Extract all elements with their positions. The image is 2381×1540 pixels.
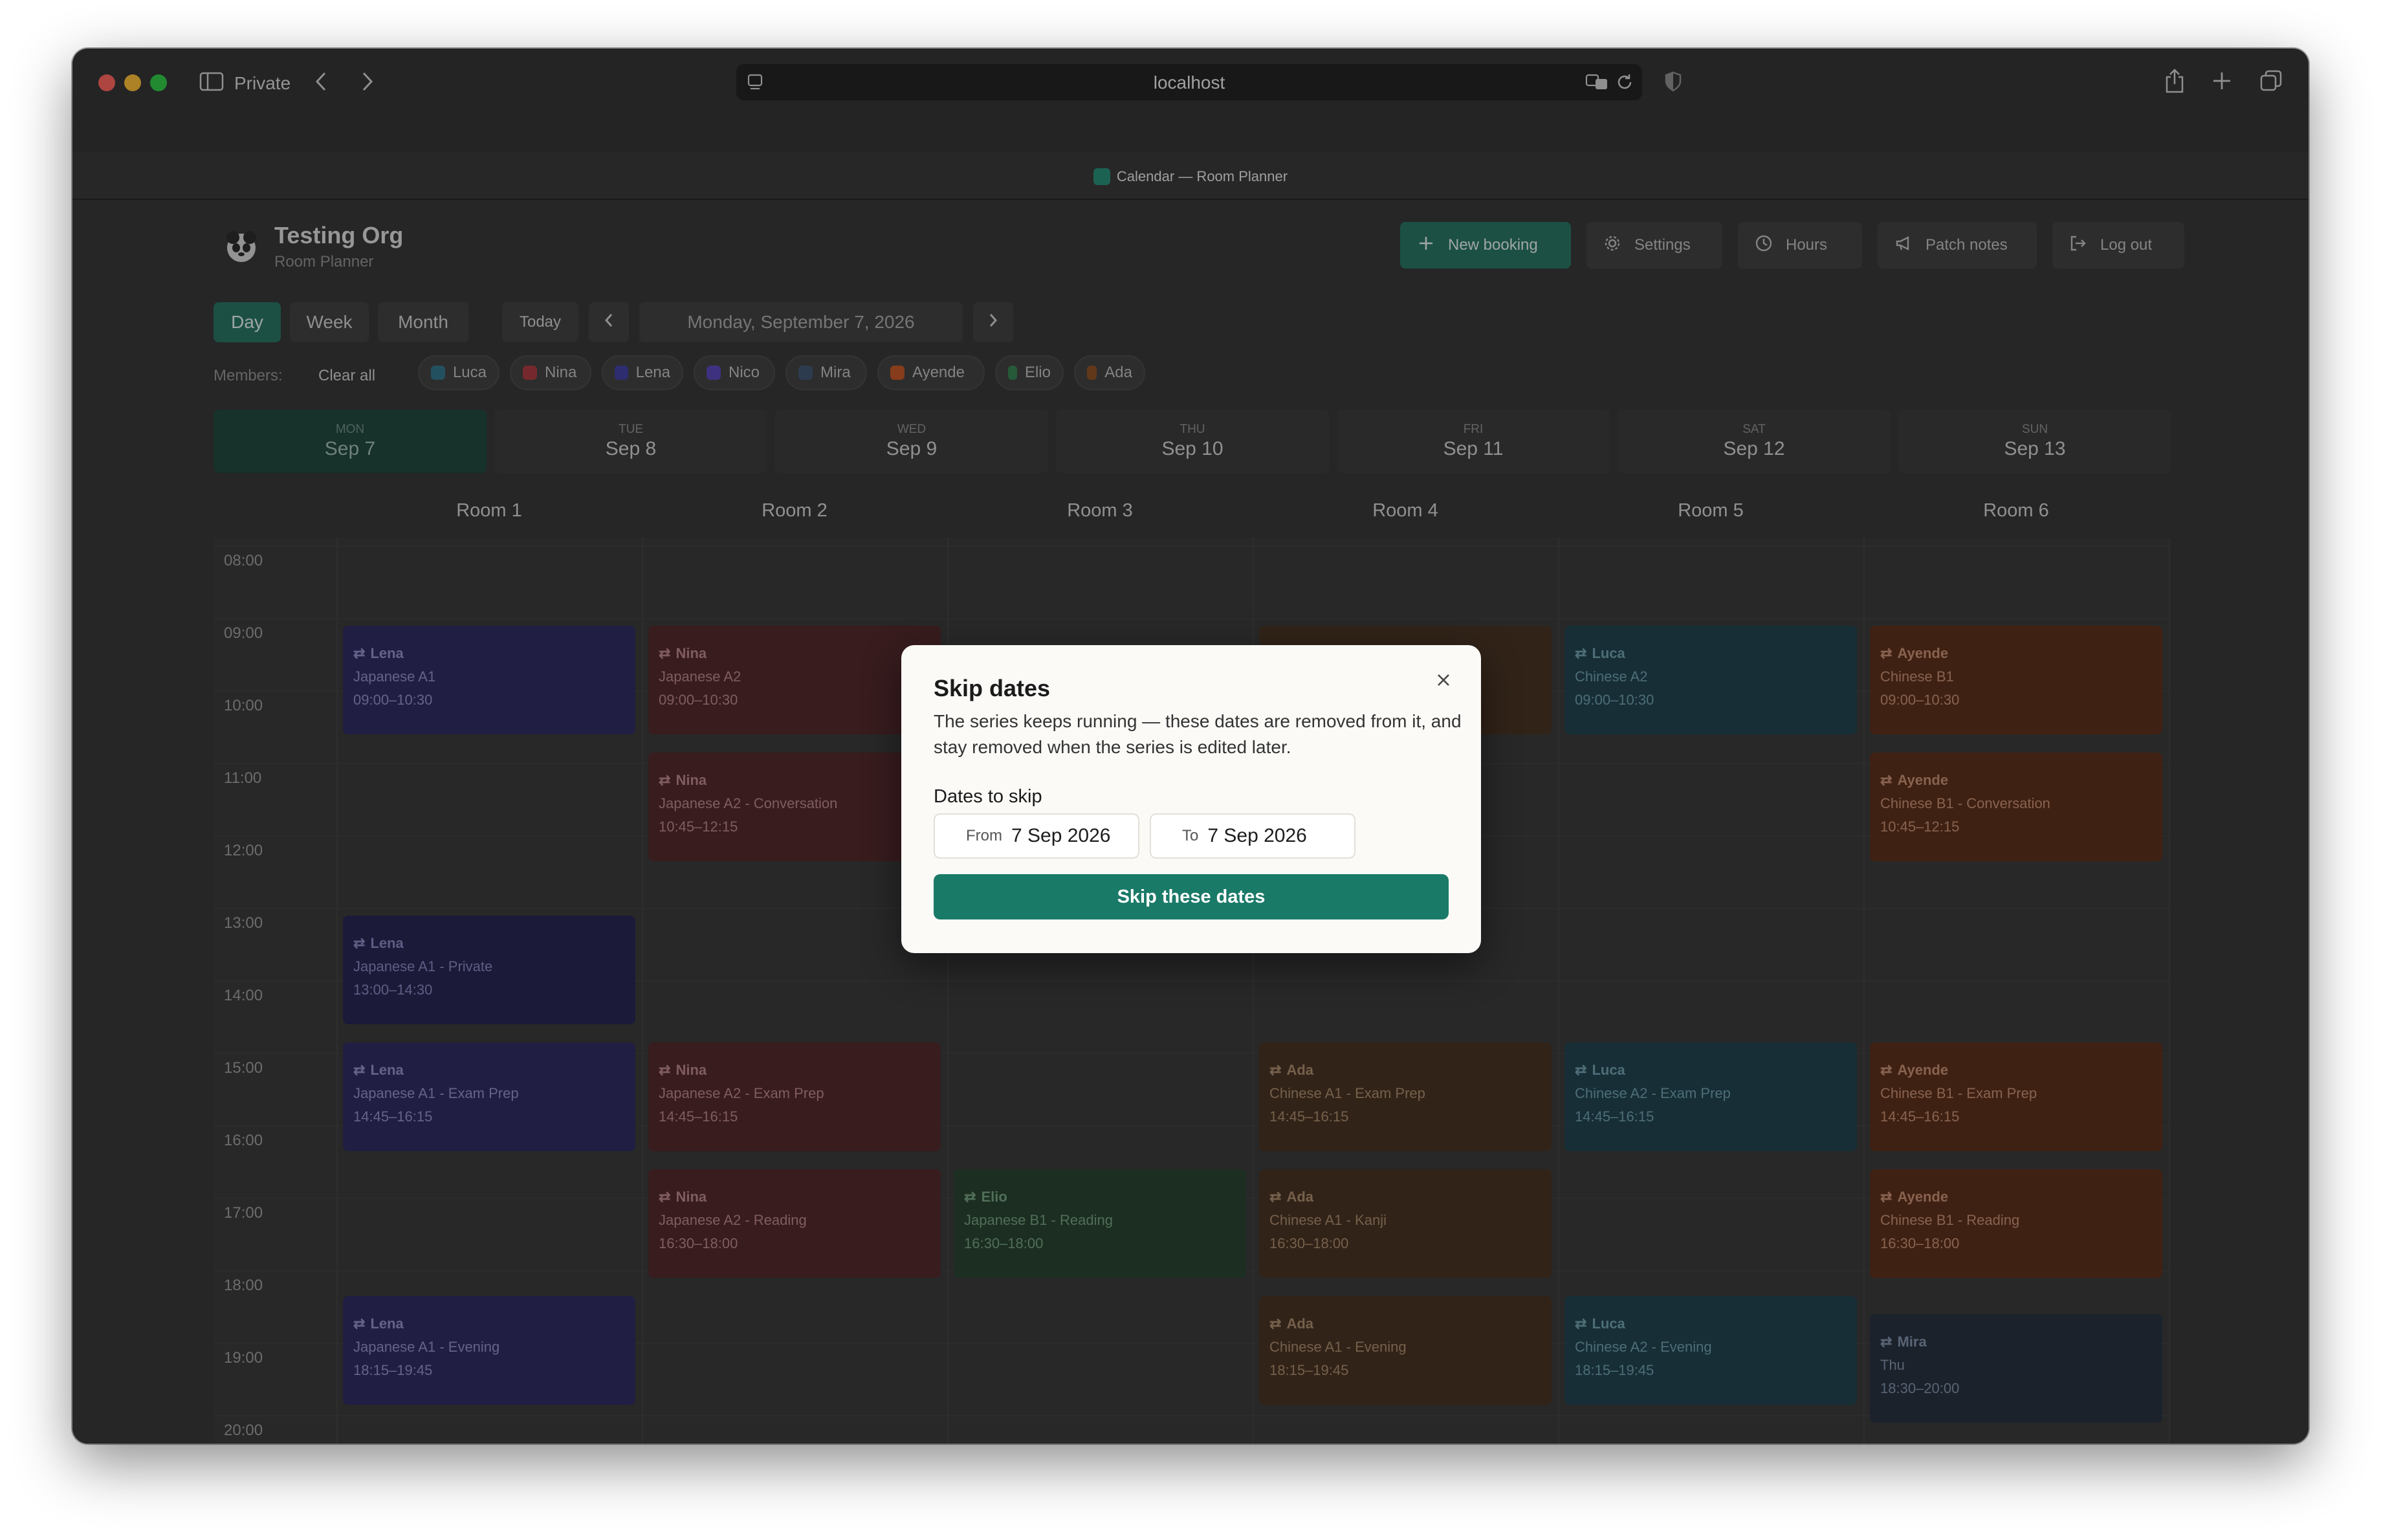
close-dialog-button[interactable] <box>1429 667 1458 696</box>
dates-to-skip-label: Dates to skip <box>934 786 1042 807</box>
to-date-value: 7 Sep 2026 <box>1207 825 1307 846</box>
from-date-value: 7 Sep 2026 <box>1011 825 1111 846</box>
close-icon <box>1435 672 1452 692</box>
from-prefix: From <box>966 827 1002 844</box>
browser-window: Private localhost Calendar — Room Planne… <box>72 49 2309 1444</box>
dialog-title: Skip dates <box>934 675 1051 701</box>
skip-dates-dialog: Skip dates The series keeps running — th… <box>901 645 1481 953</box>
to-date-field[interactable]: To 7 Sep 2026 <box>1150 813 1355 859</box>
dialog-description: The series keeps running — these dates a… <box>934 711 1462 757</box>
to-prefix: To <box>1182 827 1199 844</box>
from-date-field[interactable]: From 7 Sep 2026 <box>934 813 1139 859</box>
skip-these-dates-button[interactable]: Skip these dates <box>934 874 1449 919</box>
